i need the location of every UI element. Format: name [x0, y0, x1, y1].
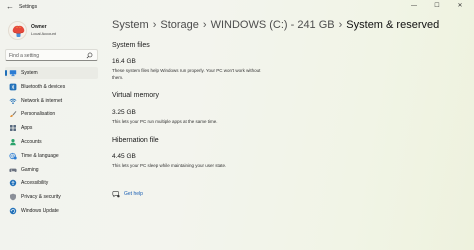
section-size-system-files: 16.4 GB [112, 58, 136, 65]
section-desc-system-files: These system files help Windows run prop… [112, 68, 261, 80]
sidebar-nav: System Bluetooth & devices Network & int… [5, 67, 98, 219]
breadcrumb-separator: › [152, 19, 157, 31]
sidebar-item-label: System [21, 70, 38, 76]
sidebar-item-personalisation[interactable]: Personalisation [5, 108, 98, 120]
search-box[interactable] [5, 49, 98, 61]
minimize-button[interactable]: — [409, 2, 419, 10]
section-title-hibernation-file: Hibernation file [112, 137, 159, 144]
sidebar-item-label: Time & language [21, 152, 59, 159]
title-bar: ← Settings — ☐ ✕ [0, 0, 474, 14]
sidebar-item-bluetooth[interactable]: Bluetooth & devices [5, 81, 98, 93]
section-title-virtual-memory: Virtual memory [112, 92, 159, 99]
sidebar-item-label: Windows Update [21, 207, 59, 214]
section-size-hibernation-file: 4.45 GB [112, 153, 136, 160]
get-help-link[interactable]: Get help [124, 191, 143, 198]
shield-icon [10, 193, 16, 201]
breadcrumb-drive-link[interactable]: WINDOWS (C:) - 241 GB [211, 19, 335, 31]
sidebar-item-label: Apps [21, 125, 33, 132]
bluetooth-icon [9, 83, 17, 91]
sidebar-item-windows-update[interactable]: Windows Update [5, 205, 98, 217]
sidebar-item-apps[interactable]: Apps [5, 122, 98, 134]
sidebar-item-label: Personalisation [21, 111, 56, 118]
avatar-illustration-icon [12, 25, 25, 37]
maximize-button[interactable]: ☐ [432, 2, 442, 10]
section-size-virtual-memory: 3.25 GB [112, 109, 136, 116]
breadcrumb-separator: › [202, 19, 207, 31]
apps-icon [10, 125, 16, 132]
close-button[interactable]: ✕ [455, 2, 465, 10]
user-name: Owner [31, 24, 47, 30]
breadcrumb: System › Storage › WINDOWS (C:) - 241 GB › Sys… [112, 17, 439, 33]
sidebar-item-label: Gaming [21, 166, 39, 173]
breadcrumb-separator: › [338, 19, 343, 31]
search-icon[interactable] [86, 52, 93, 59]
help-icon[interactable] [112, 190, 120, 198]
back-button[interactable]: ← [5, 2, 15, 12]
account-type: Local Account [31, 31, 56, 36]
person-icon [10, 138, 16, 146]
sidebar-item-label: Bluetooth & devices [21, 83, 66, 90]
sidebar-item-system[interactable]: System [5, 67, 98, 79]
accessibility-icon [9, 180, 17, 187]
sidebar-item-label: Accounts [21, 138, 42, 145]
sidebar-item-label: Network & internet [21, 97, 63, 104]
avatar[interactable] [8, 21, 27, 40]
page-title: System & reserved [346, 19, 440, 31]
window-title: Settings [19, 4, 38, 10]
breadcrumb-system-link[interactable]: System [112, 19, 149, 31]
section-desc-virtual-memory: This lets your PC run multiple apps at t… [112, 119, 218, 124]
search-input[interactable] [9, 51, 85, 60]
monitor-icon [9, 70, 17, 77]
sidebar-item-accessibility[interactable]: Accessibility [5, 177, 98, 189]
sidebar-item-label: Privacy & security [21, 194, 61, 201]
section-desc-hibernation-file: This lets your PC sleep while maintainin… [112, 163, 227, 168]
update-icon [9, 207, 17, 215]
gamepad-icon [9, 168, 17, 172]
wifi-icon [9, 98, 17, 104]
sidebar-item-privacy-security[interactable]: Privacy & security [5, 191, 98, 203]
sidebar-item-network[interactable]: Network & internet [5, 95, 98, 107]
section-title-system-files: System files [112, 42, 150, 49]
globe-clock-icon [9, 152, 17, 160]
brush-icon [10, 111, 17, 118]
sidebar-item-accounts[interactable]: Accounts [5, 136, 98, 148]
sidebar-item-gaming[interactable]: Gaming [5, 164, 98, 176]
sidebar-item-label: Accessibility [21, 180, 49, 187]
breadcrumb-storage-link[interactable]: Storage [160, 19, 199, 31]
sidebar-item-time-language[interactable]: Time & language [5, 150, 98, 162]
